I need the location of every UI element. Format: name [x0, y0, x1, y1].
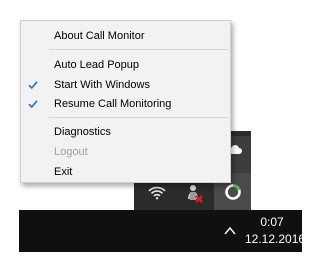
menu-item-label: Exit	[54, 166, 73, 178]
show-hidden-icons-chevron-icon[interactable]	[222, 223, 238, 239]
menu-item-label: Auto Lead Popup	[54, 59, 140, 71]
checkmark-icon	[28, 81, 38, 90]
menu-item-label: Resume Call Monitoring	[54, 98, 172, 110]
menu-item-start-with-windows[interactable]: Start With Windows	[21, 75, 230, 95]
tray-context-menu: About Call Monitor Auto Lead Popup Start…	[20, 20, 231, 183]
menu-item-exit[interactable]: Exit	[21, 162, 230, 182]
menu-item-resume-call-monitoring[interactable]: Resume Call Monitoring	[21, 94, 230, 114]
taskbar-clock[interactable]: 0:07 12.12.2016	[245, 214, 306, 248]
menu-item-label: Logout	[54, 146, 88, 158]
menu-item-label: Start With Windows	[54, 79, 150, 91]
menu-item-about[interactable]: About Call Monitor	[21, 26, 230, 46]
clock-date: 12.12.2016	[245, 232, 306, 246]
menu-item-diagnostics[interactable]: Diagnostics	[21, 122, 230, 142]
menu-item-label: About Call Monitor	[54, 30, 145, 42]
taskbar: 0:07 12.12.2016	[19, 210, 306, 252]
menu-separator	[49, 49, 229, 50]
desktop: 0:07 12.12.2016 About Call Monitor Auto …	[0, 0, 319, 271]
menu-item-label: Diagnostics	[54, 126, 111, 138]
clock-time: 0:07	[260, 215, 284, 229]
checkmark-icon	[28, 100, 38, 109]
menu-item-logout: Logout	[21, 142, 230, 162]
menu-separator	[49, 117, 229, 118]
menu-item-auto-lead-popup[interactable]: Auto Lead Popup	[21, 55, 230, 75]
